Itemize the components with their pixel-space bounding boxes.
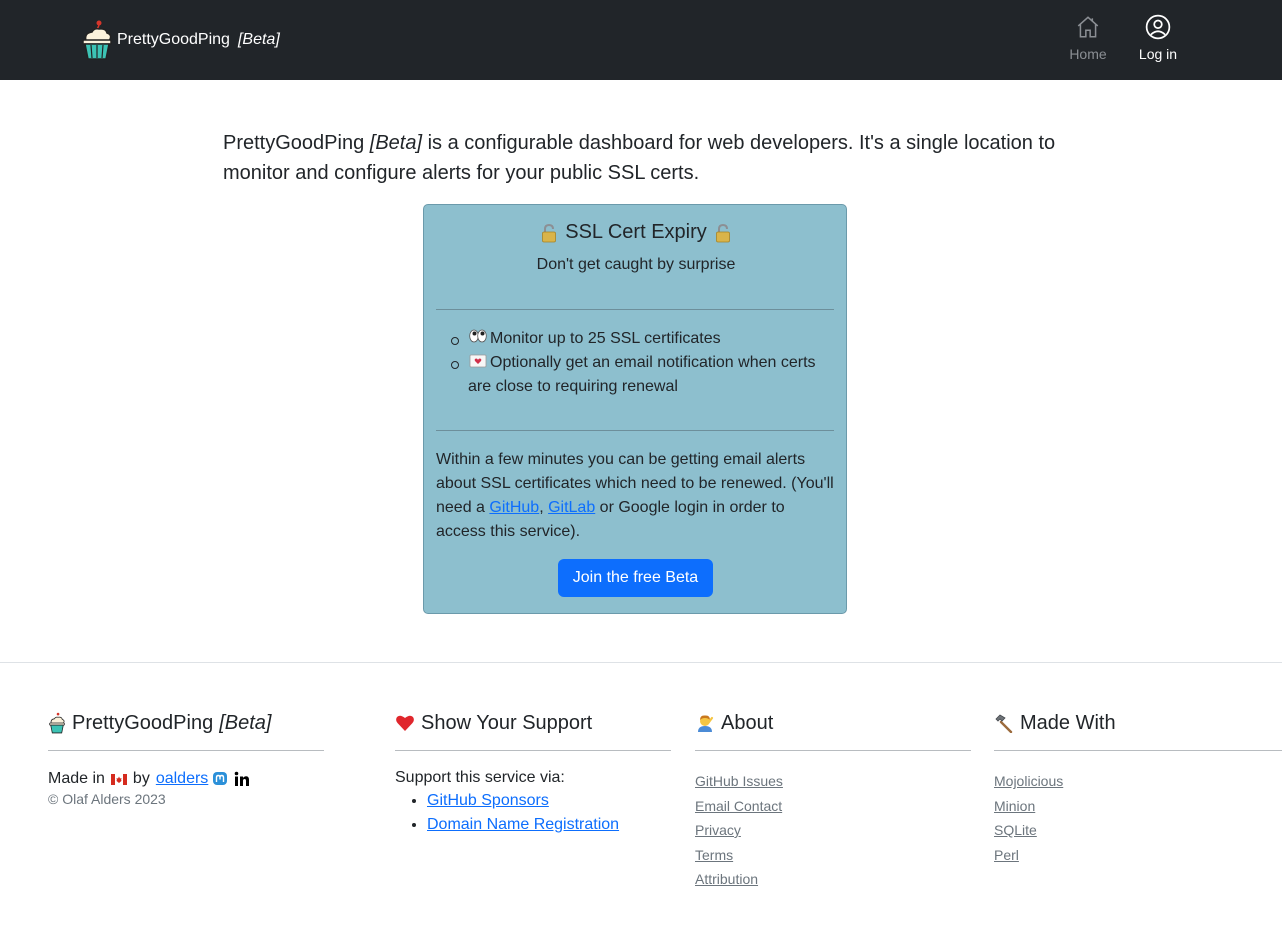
about-links: GitHub Issues Email Contact Privacy Term… <box>695 769 971 892</box>
lock-icon <box>715 223 730 242</box>
by-text: by <box>132 770 150 787</box>
support-links: GitHub Sponsors Domain Name Registration <box>427 789 671 837</box>
footer-col-made-with: Made With Mojolicious Minion SQLite Perl <box>994 708 1282 867</box>
person-icon <box>698 715 714 732</box>
card-body: Within a few minutes you can be getting … <box>436 448 836 544</box>
card-title: SSL Cert Expiry <box>424 221 848 244</box>
footer-about-heading: About <box>695 708 971 738</box>
mastodon-icon[interactable] <box>212 771 228 787</box>
email-contact-link[interactable]: Email Contact <box>695 794 971 819</box>
canada-flag-icon <box>110 773 127 785</box>
made-in-line: Made in by oalders <box>48 770 324 788</box>
attribution-link[interactable]: Attribution <box>695 867 971 892</box>
brand-name: PrettyGoodPing <box>117 31 230 48</box>
card-title-text: SSL Cert Expiry <box>565 221 707 243</box>
footer-heading-rule <box>695 750 971 751</box>
minion-link[interactable]: Minion <box>994 794 1282 819</box>
github-link[interactable]: GitHub <box>489 499 539 516</box>
footer-support-title: Show Your Support <box>421 711 593 734</box>
nav-home-label: Home <box>1069 46 1107 62</box>
nav-home-link[interactable]: Home <box>1066 14 1110 62</box>
home-icon <box>1077 16 1099 38</box>
footer-brand-beta: [Beta] <box>219 711 272 734</box>
brand-link[interactable]: PrettyGoodPing [Beta] <box>80 18 280 62</box>
cupcake-icon <box>49 712 65 734</box>
linkedin-icon[interactable] <box>234 771 250 787</box>
footer-brand-name: PrettyGoodPing <box>72 711 214 734</box>
eyes-icon <box>469 329 487 343</box>
support-list-item: GitHub Sponsors <box>427 789 671 813</box>
footer-brand-heading: PrettyGoodPing [Beta] <box>48 708 324 738</box>
privacy-link[interactable]: Privacy <box>695 818 971 843</box>
made-with-links: Mojolicious Minion SQLite Perl <box>994 769 1282 867</box>
card-subtitle: Don't get caught by surprise <box>536 256 736 273</box>
footer-heading-rule <box>395 750 671 751</box>
feature-item: Optionally get an email notification whe… <box>451 351 838 399</box>
footer-made-with-title: Made With <box>1020 711 1116 734</box>
card-body-text: , <box>539 499 549 516</box>
feature-list: Monitor up to 25 SSL certificates Option… <box>451 327 838 399</box>
join-beta-button[interactable]: Join the free Beta <box>558 559 713 597</box>
ssl-feature-card: SSL Cert Expiry Don't get caught by surp… <box>423 204 847 614</box>
card-divider <box>436 309 834 310</box>
intro-beta: [Beta] <box>369 132 423 154</box>
envelope-icon <box>469 354 487 368</box>
mojolicious-link[interactable]: Mojolicious <box>994 769 1282 794</box>
nav-login-link[interactable]: Log in <box>1134 14 1182 62</box>
terms-link[interactable]: Terms <box>695 843 971 868</box>
cupcake-icon <box>82 20 112 60</box>
sqlite-link[interactable]: SQLite <box>994 818 1282 843</box>
intro-paragraph: PrettyGoodPing [Beta] is a configurable … <box>223 128 1063 188</box>
footer-made-with-heading: Made With <box>994 708 1282 738</box>
support-text: Support this service via: <box>395 769 565 786</box>
hammer-icon <box>995 714 1013 733</box>
card-divider <box>436 430 834 431</box>
brand-beta: [Beta] <box>237 31 280 48</box>
intro-brand: PrettyGoodPing <box>223 132 365 154</box>
feature-text: Monitor up to 25 SSL certificates <box>490 330 721 347</box>
gitlab-link[interactable]: GitLab <box>548 499 595 516</box>
navbar: PrettyGoodPing [Beta] Home Log in <box>0 0 1282 80</box>
perl-link[interactable]: Perl <box>994 843 1282 868</box>
copyright: © Olaf Alders 2023 <box>48 791 166 807</box>
github-sponsors-link[interactable]: GitHub Sponsors <box>427 792 549 809</box>
footer-heading-rule <box>48 750 324 751</box>
footer-about-title: About <box>721 711 774 734</box>
lock-icon <box>542 223 557 242</box>
heart-icon <box>396 715 414 731</box>
made-in-text: Made in <box>48 770 105 787</box>
footer-col-about: About GitHub Issues Email Contact Privac… <box>695 708 971 892</box>
domain-registration-link[interactable]: Domain Name Registration <box>427 816 619 833</box>
feature-item: Monitor up to 25 SSL certificates <box>451 327 838 351</box>
nav-login-label: Log in <box>1138 46 1178 62</box>
github-issues-link[interactable]: GitHub Issues <box>695 769 971 794</box>
footer-divider <box>0 662 1282 663</box>
footer-support-heading: Show Your Support <box>395 708 671 738</box>
footer-col-support: Show Your Support Support this service v… <box>395 708 671 837</box>
user-circle-icon <box>1145 14 1171 40</box>
support-list-item: Domain Name Registration <box>427 813 671 837</box>
footer-heading-rule <box>994 750 1282 751</box>
footer-col-brand: PrettyGoodPing [Beta] Made in by oalders… <box>48 708 324 807</box>
feature-text: Optionally get an email notification whe… <box>468 354 816 395</box>
author-link[interactable]: oalders <box>156 770 208 788</box>
